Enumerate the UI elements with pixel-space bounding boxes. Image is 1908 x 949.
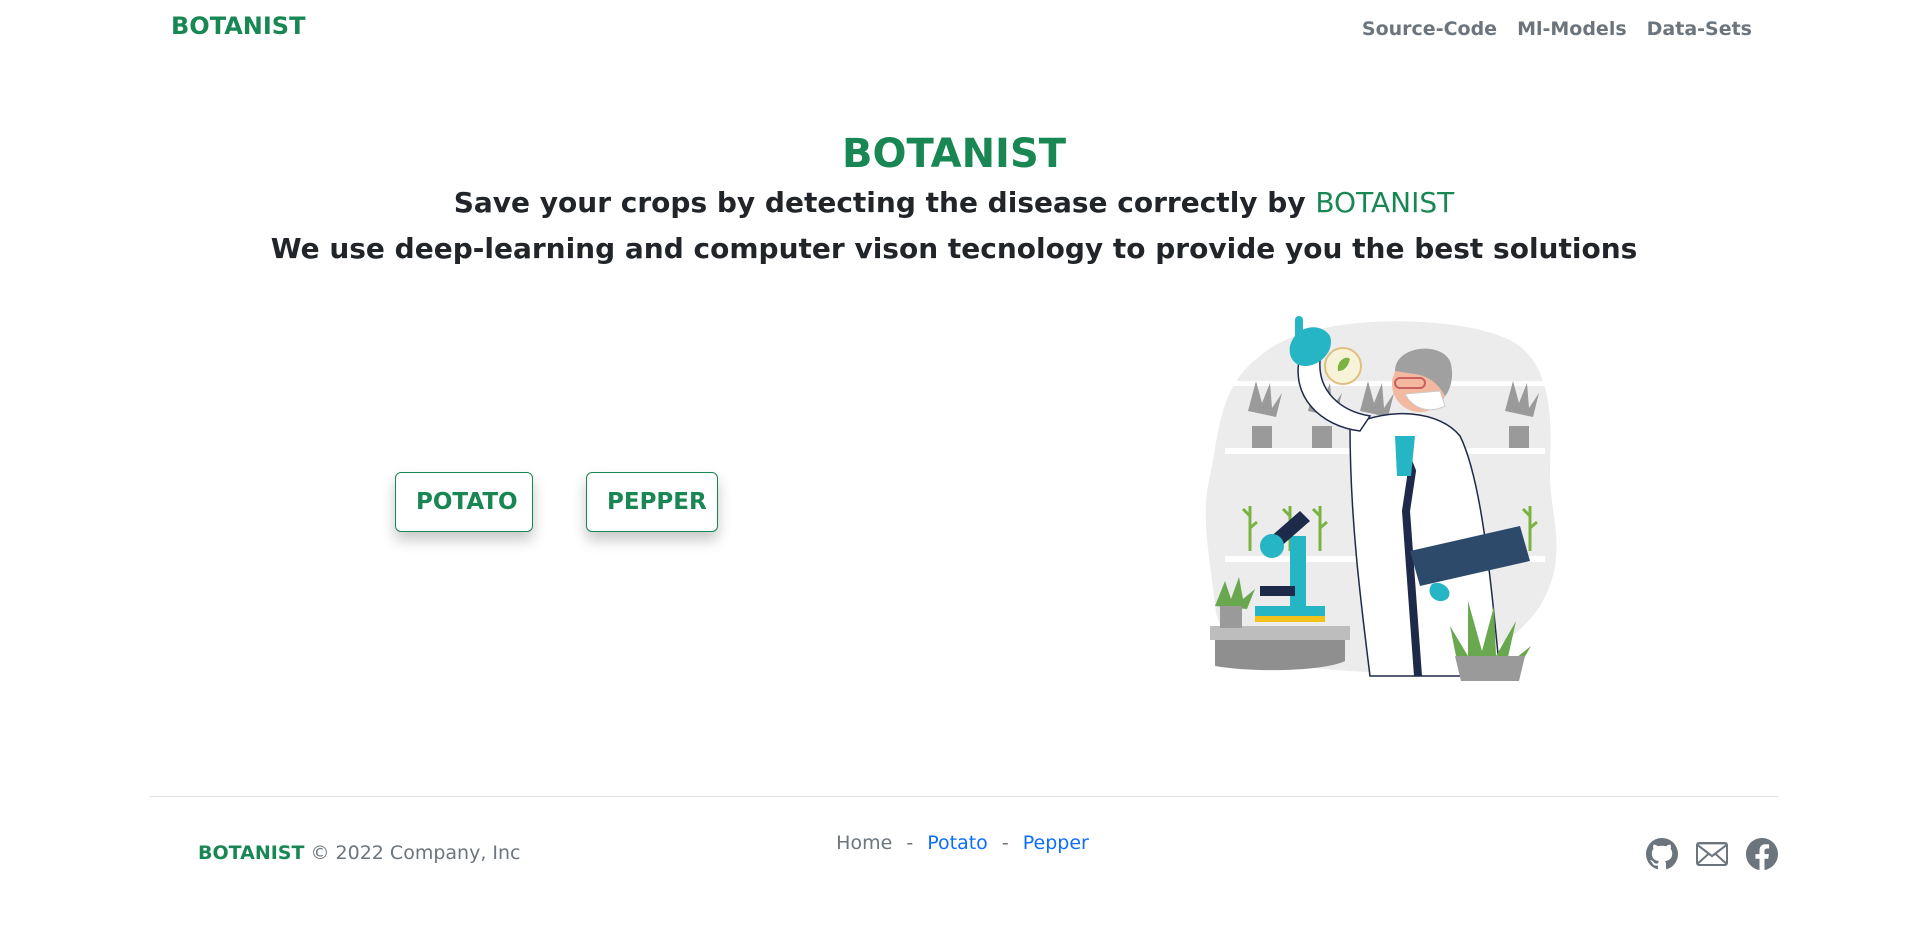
footer-link-potato[interactable]: Potato xyxy=(927,832,988,854)
github-icon[interactable] xyxy=(1646,838,1678,870)
hero-tagline-text: Save your crops by detecting the disease… xyxy=(453,186,1306,219)
facebook-icon[interactable] xyxy=(1746,838,1778,870)
footer-nav: Home - Potato - Pepper xyxy=(0,832,1908,854)
mail-icon[interactable] xyxy=(1696,838,1728,870)
nav-link-source-code[interactable]: Source-Code xyxy=(1362,18,1497,40)
footer-social-icons xyxy=(1646,838,1778,870)
footer-divider xyxy=(150,796,1778,797)
nav-links: Source-Code Ml-Models Data-Sets xyxy=(1362,18,1752,40)
hero-description: We use deep-learning and computer vison … xyxy=(270,232,1638,265)
brand-logo[interactable]: BOTANIST xyxy=(171,12,305,40)
footer-separator: - xyxy=(906,832,914,854)
hero-tagline-brand: BOTANIST xyxy=(1315,186,1455,219)
nav-link-ml-models[interactable]: Ml-Models xyxy=(1517,18,1627,40)
navbar: BOTANIST Source-Code Ml-Models Data-Sets xyxy=(0,0,1908,60)
nav-link-data-sets[interactable]: Data-Sets xyxy=(1647,18,1752,40)
hero-tagline: Save your crops by detecting the disease… xyxy=(0,180,1908,226)
hero-title: BOTANIST xyxy=(841,131,1067,177)
footer-link-pepper[interactable]: Pepper xyxy=(1023,832,1089,854)
potato-button[interactable]: POTATO xyxy=(395,472,533,532)
pepper-button[interactable]: PEPPER xyxy=(586,472,718,532)
scientist-illustration xyxy=(1205,316,1557,681)
footer-link-home[interactable]: Home xyxy=(836,832,892,854)
hero-section: BOTANIST Save your crops by detecting th… xyxy=(0,128,1908,272)
footer-separator: - xyxy=(1001,832,1009,854)
